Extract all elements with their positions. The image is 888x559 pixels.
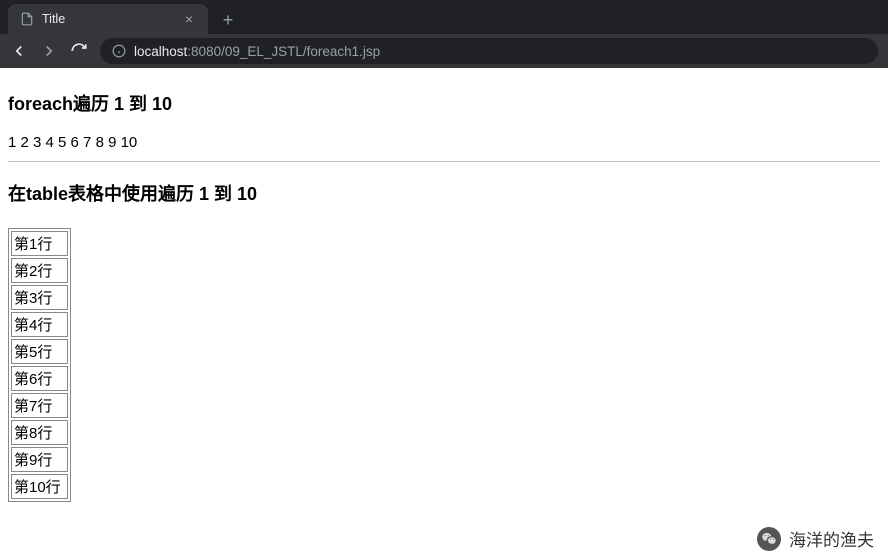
heading-table: 在table表格中使用遍历 1 到 10 (8, 180, 880, 206)
divider (8, 161, 880, 162)
browser-chrome: Title × + localhost:8080/09_EL_JSTL/fore… (0, 0, 888, 68)
watermark: 海洋的渔夫 (757, 526, 874, 551)
page-content: foreach遍历 1 到 10 1 2 3 4 5 6 7 8 9 10 在t… (0, 68, 888, 510)
table-cell: 第2行 (11, 258, 68, 283)
table-row: 第6行 (11, 366, 68, 391)
tab-strip: Title × + (0, 0, 888, 34)
table-row: 第7行 (11, 393, 68, 418)
table-cell: 第5行 (11, 339, 68, 364)
tab-title: Title (42, 12, 174, 26)
table-row: 第10行 (11, 474, 68, 499)
page-icon (20, 12, 34, 26)
heading-foreach: foreach遍历 1 到 10 (8, 90, 880, 116)
address-bar[interactable]: localhost:8080/09_EL_JSTL/foreach1.jsp (100, 38, 878, 64)
demo-table: 第1行第2行第3行第4行第5行第6行第7行第8行第9行第10行 (8, 228, 71, 502)
number-list: 1 2 3 4 5 6 7 8 9 10 (8, 134, 880, 151)
site-info-icon[interactable] (112, 44, 126, 58)
reload-button[interactable] (70, 42, 88, 60)
url-path: :8080/09_EL_JSTL/foreach1.jsp (187, 44, 380, 59)
url-host: localhost (134, 44, 187, 59)
table-cell: 第1行 (11, 231, 68, 256)
table-row: 第5行 (11, 339, 68, 364)
back-button[interactable] (10, 42, 28, 60)
table-row: 第8行 (11, 420, 68, 445)
url-text: localhost:8080/09_EL_JSTL/foreach1.jsp (134, 44, 380, 59)
table-cell: 第7行 (11, 393, 68, 418)
table-row: 第2行 (11, 258, 68, 283)
table-cell: 第9行 (11, 447, 68, 472)
table-row: 第9行 (11, 447, 68, 472)
forward-button[interactable] (40, 42, 58, 60)
table-cell: 第3行 (11, 285, 68, 310)
table-cell: 第4行 (11, 312, 68, 337)
browser-tab[interactable]: Title × (8, 4, 208, 34)
browser-toolbar: localhost:8080/09_EL_JSTL/foreach1.jsp (0, 34, 888, 68)
table-cell: 第10行 (11, 474, 68, 499)
table-row: 第3行 (11, 285, 68, 310)
table-cell: 第8行 (11, 420, 68, 445)
table-row: 第4行 (11, 312, 68, 337)
wechat-icon (757, 527, 781, 551)
table-row: 第1行 (11, 231, 68, 256)
table-cell: 第6行 (11, 366, 68, 391)
close-tab-icon[interactable]: × (182, 12, 196, 26)
watermark-text: 海洋的渔夫 (789, 526, 874, 551)
new-tab-button[interactable]: + (214, 6, 242, 34)
